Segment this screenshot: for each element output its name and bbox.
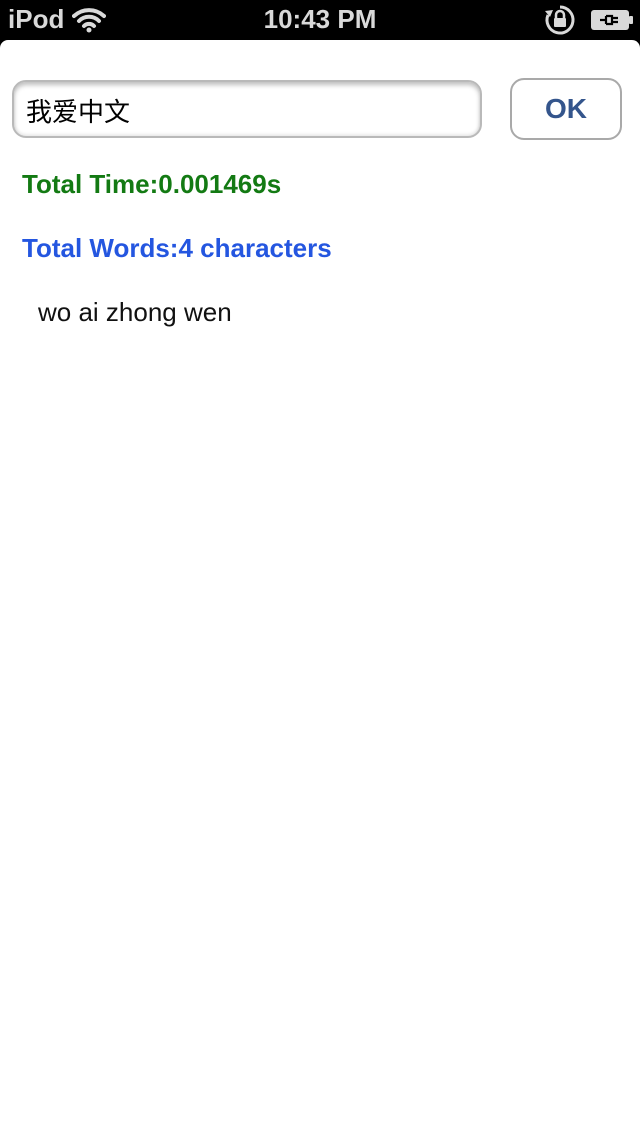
status-bar: iPod 10:43 PM: [0, 0, 640, 40]
chinese-text-field[interactable]: [12, 80, 482, 138]
chinese-text-input[interactable]: [26, 90, 466, 130]
app-screen: OK Total Time:0.001469s Total Words:4 ch…: [0, 40, 640, 1136]
battery-charging-icon: [590, 9, 634, 31]
ok-button[interactable]: OK: [510, 78, 622, 140]
pinyin-result: wo ai zhong wen: [38, 297, 232, 327]
total-time-label: Total Time:0.001469s: [22, 169, 282, 199]
rotation-lock-icon: [544, 4, 576, 36]
total-words-label: Total Words:4 characters: [22, 233, 332, 263]
